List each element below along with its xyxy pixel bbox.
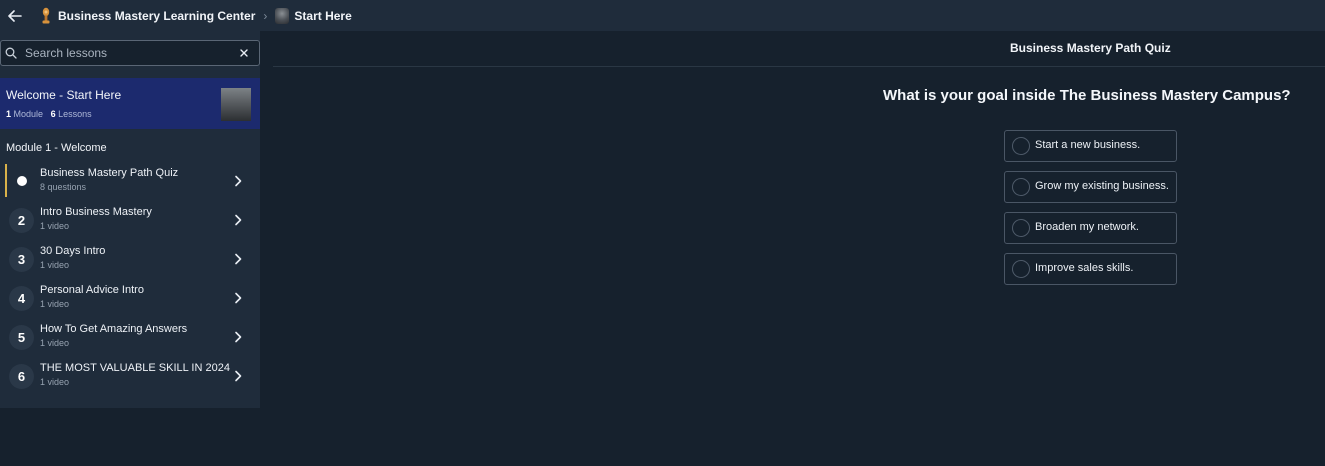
answer-option[interactable]: Grow my existing business. (1004, 171, 1177, 203)
course-title: Welcome - Start Here (6, 88, 122, 102)
close-icon (240, 49, 248, 57)
quiz-header: Business Mastery Path Quiz (273, 31, 1325, 67)
course-thumbnail (221, 88, 251, 121)
lesson-subtitle: 8 questions (40, 182, 87, 192)
search-icon (5, 47, 17, 59)
lesson-item[interactable]: 3 30 Days Intro 1 video (0, 242, 260, 278)
search-box (0, 40, 260, 66)
lesson-item[interactable]: Business Mastery Path Quiz 8 questions (0, 164, 260, 200)
module-count: 1 (6, 109, 12, 119)
lesson-subtitle: 1 video (40, 299, 70, 309)
lesson-name: Intro Business Mastery (40, 206, 152, 218)
quiz-question: What is your goal inside The Business Ma… (883, 87, 1291, 104)
lesson-item[interactable]: 4 Personal Advice Intro 1 video (0, 281, 260, 317)
top-bar: Business Mastery Learning Center › Start… (0, 0, 1325, 31)
lesson-subtitle: 1 video (40, 221, 70, 231)
answer-label: Broaden my network. (1035, 221, 1139, 233)
lesson-item[interactable]: 2 Intro Business Mastery 1 video (0, 203, 260, 239)
chevron-right-icon (235, 253, 242, 265)
current-lesson-indicator (17, 176, 27, 186)
chevron-right-icon (235, 331, 242, 343)
radio-button[interactable] (1012, 260, 1030, 278)
lesson-name: Business Mastery Path Quiz (40, 167, 179, 179)
lesson-number: 4 (9, 286, 34, 311)
breadcrumb-page[interactable]: Start Here (294, 9, 351, 23)
module-title: Module 1 - Welcome (6, 142, 107, 154)
radio-button[interactable] (1012, 219, 1030, 237)
answer-label: Grow my existing business. (1035, 180, 1169, 192)
radio-button[interactable] (1012, 137, 1030, 155)
trophy-icon (42, 7, 50, 23)
answer-label: Improve sales skills. (1035, 262, 1134, 274)
course-card[interactable]: Welcome - Start Here 1 Module 6 Lessons (0, 78, 260, 129)
lesson-count: 6 (50, 109, 56, 119)
arrow-left-icon (8, 9, 22, 22)
lesson-item[interactable]: 5 How To Get Amazing Answers 1 video (0, 320, 260, 356)
clear-search-button[interactable] (233, 42, 255, 64)
quiz-title: Business Mastery Path Quiz (1010, 41, 1171, 55)
answer-label: Start a new business. (1035, 139, 1141, 151)
breadcrumb: Business Mastery Learning Center › Start… (30, 7, 352, 25)
chevron-right-icon (235, 214, 242, 226)
answer-option[interactable]: Broaden my network. (1004, 212, 1177, 244)
lesson-subtitle: 1 video (40, 377, 70, 387)
lesson-name: How To Get Amazing Answers (40, 323, 188, 335)
module-count-label: Module (13, 109, 44, 119)
lesson-subtitle: 1 video (40, 260, 70, 270)
lesson-number: 3 (9, 247, 34, 272)
lesson-name: THE MOST VALUABLE SKILL IN 2024 (40, 362, 230, 374)
lesson-sidebar: Welcome - Start Here 1 Module 6 Lessons … (0, 31, 260, 408)
breadcrumb-separator: › (263, 8, 268, 23)
answer-option[interactable]: Improve sales skills. (1004, 253, 1177, 285)
chevron-right-icon (235, 370, 242, 382)
lesson-number: 5 (9, 325, 34, 350)
chevron-right-icon (235, 175, 242, 187)
start-here-thumbnail (275, 7, 290, 24)
answer-option[interactable]: Start a new business. (1004, 130, 1177, 162)
search-input[interactable] (25, 42, 233, 64)
lesson-number: 2 (9, 208, 34, 233)
lesson-count-label: Lessons (58, 109, 92, 119)
lesson-name: 30 Days Intro (40, 245, 106, 257)
lesson-number: 6 (9, 364, 34, 389)
lesson-name: Personal Advice Intro (40, 284, 144, 296)
breadcrumb-campus[interactable]: Business Mastery Learning Center (58, 9, 255, 23)
lesson-item[interactable]: 6 THE MOST VALUABLE SKILL IN 2024 1 vide… (0, 359, 260, 395)
course-meta: 1 Module 6 Lessons (6, 109, 92, 119)
chevron-right-icon (235, 292, 242, 304)
lesson-subtitle: 1 video (40, 338, 70, 348)
radio-button[interactable] (1012, 178, 1030, 196)
back-button[interactable] (0, 0, 30, 31)
